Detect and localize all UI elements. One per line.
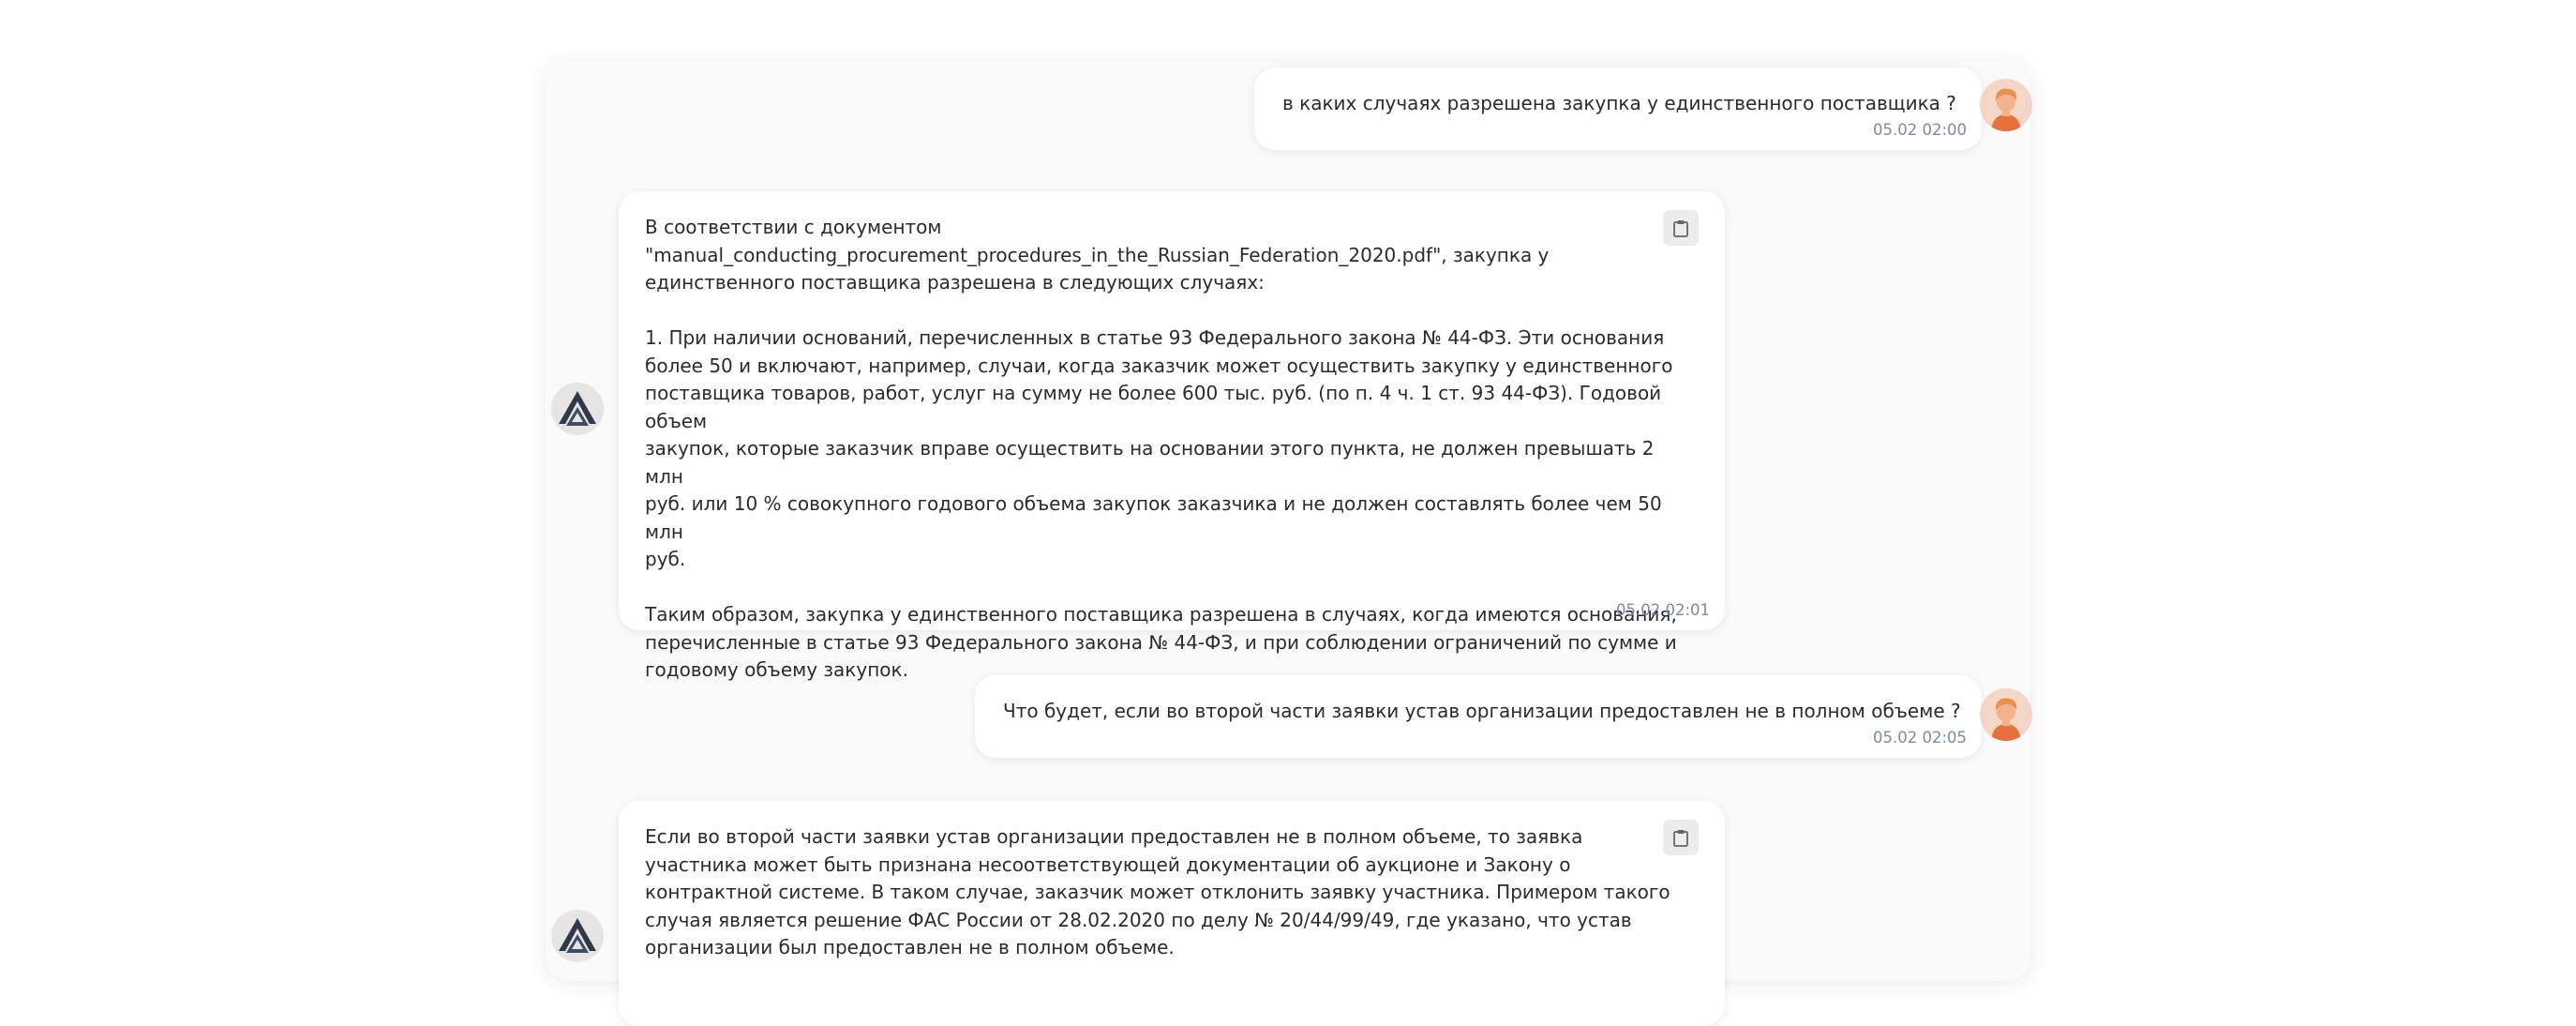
bot-logo-icon bbox=[551, 910, 604, 962]
user-avatar-icon bbox=[1980, 688, 2032, 741]
assistant-message: В соответствии с документом "manual_cond… bbox=[619, 191, 1725, 681]
user-avatar-icon bbox=[1980, 79, 2032, 131]
message-timestamp: 05.02 02:00 bbox=[1872, 121, 1967, 139]
assistant-message: Если во второй части заявки устав органи… bbox=[619, 801, 1725, 1026]
message-text: Если во второй части заявки устав органи… bbox=[645, 825, 1670, 958]
clipboard-icon bbox=[1673, 219, 1688, 237]
copy-button[interactable] bbox=[1663, 210, 1699, 246]
bot-logo-icon bbox=[551, 383, 604, 435]
message-text: Что будет, если во второй части заявки у… bbox=[1003, 700, 1961, 722]
chat-panel[interactable]: в каких случаях разрешена закупка у един… bbox=[546, 62, 2032, 1026]
message-text: в каких случаях разрешена закупка у един… bbox=[1282, 92, 1956, 114]
copy-button[interactable] bbox=[1663, 820, 1699, 855]
user-message: Что будет, если во второй части заявки у… bbox=[975, 675, 1982, 758]
message-text: В соответствии с документом "manual_cond… bbox=[645, 216, 1677, 681]
message-timestamp: 05.02 02:05 bbox=[1872, 729, 1967, 747]
clipboard-icon bbox=[1673, 829, 1688, 847]
user-message: в каких случаях разрешена закупка у един… bbox=[1254, 68, 1982, 150]
message-timestamp: 05.02 02:01 bbox=[1615, 601, 1710, 619]
